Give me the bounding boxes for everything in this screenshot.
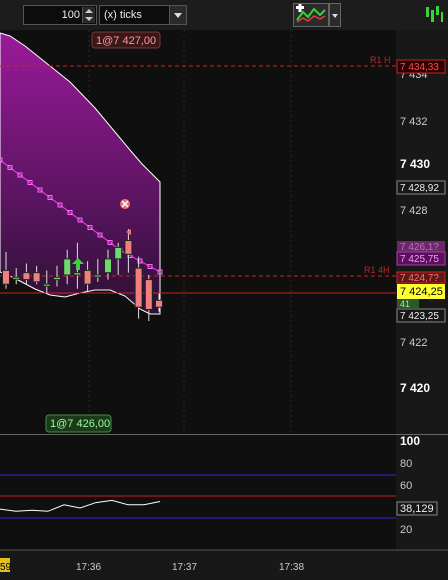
candle-bear[interactable] — [83, 269, 92, 285]
period-value: 100 — [61, 9, 80, 21]
price-axis[interactable] — [396, 30, 448, 434]
candle-bull[interactable] — [104, 258, 112, 274]
candle-bear[interactable] — [124, 240, 133, 255]
order-tag-bottom-text: 1@7 426,00 — [50, 418, 110, 430]
time-axis[interactable] — [0, 550, 448, 580]
tick-7428: 7 428 — [400, 205, 428, 217]
chart-indicator-icon — [294, 4, 328, 26]
candle-bull[interactable] — [63, 258, 72, 276]
candle-bear[interactable] — [2, 269, 10, 285]
order-tag-top[interactable]: 1@7 427,00 — [91, 31, 161, 49]
chevron-down-icon[interactable] — [169, 6, 186, 24]
svg-text:7 423,25: 7 423,25 — [400, 311, 439, 322]
osc-tick-20: 20 — [400, 524, 412, 536]
time-label-1736: 17:36 — [76, 562, 101, 573]
r14h-label: R1 4H — [364, 265, 390, 275]
candle-bull[interactable] — [12, 276, 21, 280]
tick-7422: 7 422 — [400, 337, 428, 349]
price-label-hidden-a: 7 426,1? — [397, 241, 445, 253]
osc-tick-80: 80 — [400, 458, 412, 470]
prorealtime-logo-icon — [424, 4, 444, 26]
svg-text:38,129: 38,129 — [400, 503, 434, 515]
spin-down-icon[interactable] — [85, 17, 93, 21]
time-label-1738: 17:38 — [279, 562, 304, 573]
price-label-hidden-c: 41 — [397, 299, 419, 309]
candle-bear[interactable] — [134, 267, 143, 308]
spinner-buttons[interactable] — [82, 7, 95, 23]
svg-text:7 424,7?: 7 424,7? — [400, 273, 439, 284]
order-tag-bottom[interactable]: 1@7 426,00 — [45, 414, 112, 433]
svg-text:7 434,33: 7 434,33 — [400, 62, 439, 73]
add-indicator-button[interactable] — [293, 3, 329, 27]
candle-bull[interactable] — [53, 276, 61, 281]
candle-bull[interactable] — [93, 274, 102, 278]
tick-7430: 7 430 — [400, 157, 430, 171]
price-label-current: 7 424,25 — [397, 284, 445, 299]
candle-bear[interactable] — [22, 272, 31, 281]
sell-marker-icon[interactable] — [120, 199, 130, 209]
candle-bull[interactable] — [114, 246, 123, 260]
svg-text:7 428,92: 7 428,92 — [400, 183, 439, 194]
order-tag-top-text: 1@7 427,00 — [96, 35, 156, 47]
price-chart[interactable]: R1 H R1 4H 1@7 427,00 1@7 426,00 7 434 7… — [0, 30, 448, 580]
period-unit-value: (x) ticks — [104, 9, 142, 21]
svg-text:7 425,75: 7 425,75 — [400, 254, 439, 265]
period-spinner[interactable]: 100 — [23, 5, 97, 25]
svg-text:7 424,25: 7 424,25 — [400, 286, 443, 298]
r1h-label: R1 H — [370, 55, 391, 65]
price-label-high: 7 428,92 — [396, 180, 446, 195]
oscillator-pane[interactable] — [0, 435, 396, 549]
candle-bull[interactable] — [42, 283, 51, 287]
svg-text:41: 41 — [400, 299, 410, 309]
candle-bull[interactable] — [73, 272, 82, 276]
osc-tick-60: 60 — [400, 480, 412, 492]
candle-bear[interactable] — [144, 279, 153, 311]
price-label-r1h: 7 434,33 — [396, 59, 446, 74]
tick-7432: 7 432 — [400, 116, 428, 128]
time-label-1737: 17:37 — [172, 562, 197, 573]
indicator-dropdown[interactable] — [329, 3, 341, 27]
price-label-mid: 7 425,75 — [396, 251, 446, 266]
osc-tick-100: 100 — [400, 434, 420, 448]
period-unit-select[interactable]: (x) ticks — [99, 5, 187, 25]
svg-text:7 426,1?: 7 426,1? — [400, 242, 439, 253]
tick-7420: 7 420 — [400, 381, 430, 395]
price-label-hidden-b: 7 424,7? — [396, 271, 446, 284]
candle-bear[interactable] — [155, 299, 163, 308]
spin-up-icon[interactable] — [85, 9, 93, 13]
price-label-low: 7 423,25 — [396, 308, 446, 323]
candle-bear[interactable] — [32, 272, 41, 283]
osc-value-label: 38,129 — [396, 501, 438, 516]
time-label-partial: 59 — [0, 562, 12, 573]
chart-toolbar: 100 (x) ticks — [0, 0, 448, 31]
